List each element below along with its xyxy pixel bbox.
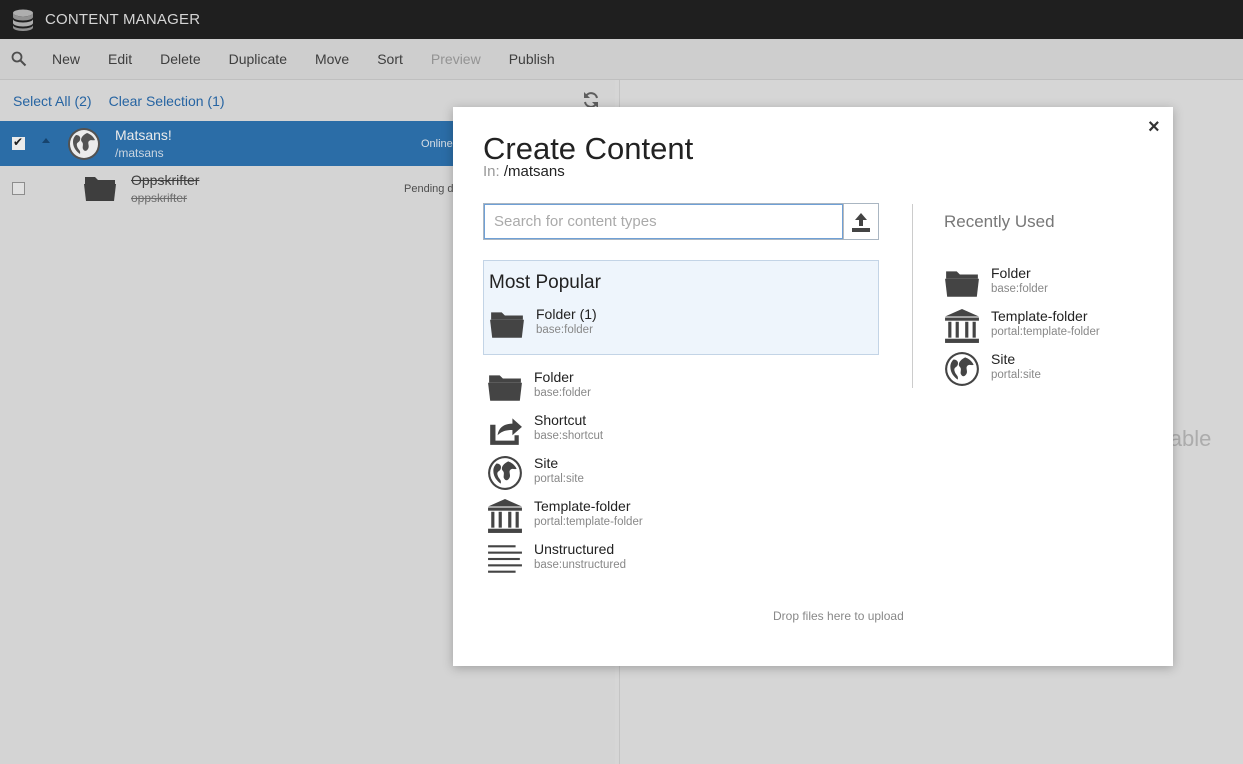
content-type-name: Site bbox=[534, 455, 559, 471]
globe-icon bbox=[488, 456, 522, 490]
unstructured-icon bbox=[488, 545, 522, 573]
recent-content-type-item[interactable]: Site portal:site bbox=[944, 351, 1154, 391]
content-type-item[interactable]: Shortcut base:shortcut bbox=[487, 412, 867, 452]
content-type-name: Folder bbox=[534, 369, 574, 385]
recently-used-title: Recently Used bbox=[944, 212, 1055, 231]
content-type-item[interactable]: Template-folder portal:template-folder bbox=[487, 498, 867, 538]
content-type-name: Folder (1) bbox=[536, 306, 597, 322]
most-popular-title: Most Popular bbox=[489, 272, 601, 293]
content-type-item[interactable]: Site portal:site bbox=[487, 455, 867, 495]
in-path: /matsans bbox=[503, 163, 565, 180]
upload-icon bbox=[852, 212, 870, 232]
most-popular-section: Most Popular Folder (1) base:folder bbox=[483, 260, 879, 355]
content-type-name: Folder bbox=[991, 265, 1031, 281]
content-type-name: Shortcut bbox=[534, 412, 587, 428]
content-type-key: portal:site bbox=[991, 369, 1041, 381]
folder-icon bbox=[945, 271, 979, 297]
template-folder-icon bbox=[945, 309, 979, 343]
globe-icon bbox=[945, 352, 979, 386]
content-type-key: portal:template-folder bbox=[534, 516, 643, 528]
recent-content-type-item[interactable]: Folder base:folder bbox=[944, 265, 1154, 305]
content-type-key: base:folder bbox=[991, 283, 1048, 295]
content-type-search bbox=[483, 203, 879, 240]
content-type-item[interactable]: Folder base:folder bbox=[487, 369, 867, 409]
content-type-key: portal:site bbox=[534, 473, 584, 485]
content-type-key: base:unstructured bbox=[534, 559, 627, 571]
content-type-key: base:shortcut bbox=[534, 430, 604, 442]
in-label: In: bbox=[483, 163, 500, 180]
close-icon[interactable]: × bbox=[1148, 116, 1160, 139]
content-type-key: base:folder bbox=[534, 387, 591, 399]
upload-button[interactable] bbox=[843, 204, 878, 239]
folder-icon bbox=[488, 375, 522, 401]
content-type-item[interactable]: Unstructured base:unstructured bbox=[487, 541, 867, 581]
shortcut-icon bbox=[490, 418, 522, 445]
content-type-name: Template-folder bbox=[991, 308, 1088, 324]
content-type-name: Site bbox=[991, 351, 1016, 367]
create-content-dialog: × Create Content In: /matsans Most Popul… bbox=[453, 107, 1173, 666]
folder-icon bbox=[490, 312, 524, 338]
content-type-name: Template-folder bbox=[534, 498, 631, 514]
divider bbox=[912, 204, 913, 388]
parent-path: In: /matsans bbox=[483, 163, 565, 180]
content-type-item[interactable]: Folder (1) base:folder bbox=[489, 306, 869, 346]
dialog-title: Create Content bbox=[483, 131, 694, 166]
content-type-key: portal:template-folder bbox=[991, 326, 1100, 338]
content-type-name: Unstructured bbox=[534, 541, 615, 557]
template-folder-icon bbox=[488, 499, 522, 533]
recent-content-type-item[interactable]: Template-folder portal:template-folder bbox=[944, 308, 1154, 348]
drop-zone-text[interactable]: Drop files here to upload bbox=[773, 609, 904, 623]
search-input[interactable] bbox=[484, 204, 843, 239]
content-type-key: base:folder bbox=[536, 324, 593, 336]
